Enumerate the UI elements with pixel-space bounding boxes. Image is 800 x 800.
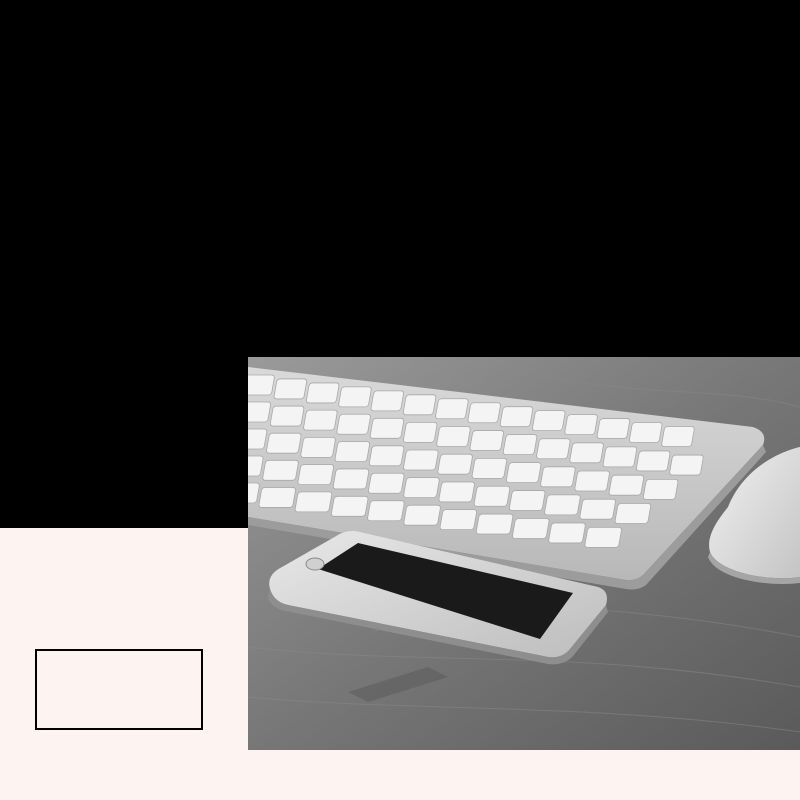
keyboard-key <box>596 418 631 439</box>
keyboard-key <box>403 422 438 443</box>
keyboard-key <box>471 458 508 479</box>
outlined-placeholder-box <box>35 649 203 730</box>
keyboard-key <box>403 504 441 526</box>
desk-photo <box>248 357 800 750</box>
phone-home-button <box>305 557 325 571</box>
keyboard-key <box>370 390 404 412</box>
keyboard-key <box>336 413 371 435</box>
keyboard-key <box>544 494 581 516</box>
keyboard-key <box>469 430 504 451</box>
keyboard-key <box>269 405 305 427</box>
keyboard-key <box>540 466 576 488</box>
keyboard-key <box>303 409 338 431</box>
keyboard-key <box>297 464 334 486</box>
keyboard-key <box>473 485 511 507</box>
keyboard-key <box>564 414 598 435</box>
keyboard-key <box>548 522 586 544</box>
keyboard-key <box>435 398 469 420</box>
keyboard-key <box>608 474 645 496</box>
keyboard-key <box>467 402 501 424</box>
keyboard-key <box>262 459 299 481</box>
keyboard-key <box>536 438 571 460</box>
keyboard-key <box>569 442 604 464</box>
keyboard-key <box>584 526 622 548</box>
keyboard-key <box>248 428 268 450</box>
keyboard-key <box>368 445 405 467</box>
keyboard-key <box>602 446 638 468</box>
keyboard-key <box>661 426 695 447</box>
keyboard-key <box>502 434 538 456</box>
keyboard-key <box>439 509 478 531</box>
keyboard-key <box>669 454 704 476</box>
keyboard-key <box>532 410 566 432</box>
keyboard-key <box>402 394 437 416</box>
keyboard-key <box>248 374 275 396</box>
keyboard-key <box>512 518 550 539</box>
keyboard-key <box>248 401 271 423</box>
keyboard-key <box>338 386 372 408</box>
keyboard-key <box>294 491 333 513</box>
keyboard-key <box>579 498 616 520</box>
keyboard-key <box>334 441 371 462</box>
keyboard-key <box>330 495 369 517</box>
keyboard-key <box>369 417 405 439</box>
keyboard-key <box>368 472 405 494</box>
keyboard-key <box>475 513 514 535</box>
keyboard-key <box>508 490 546 511</box>
keyboard-key <box>403 449 439 471</box>
keyboard-key <box>635 450 671 472</box>
keyboard-key <box>505 462 542 483</box>
keyboard-key <box>436 426 471 447</box>
keyboard-key <box>332 468 370 490</box>
keyboard-key <box>642 479 679 500</box>
keyboard-key <box>266 432 302 454</box>
keyboard-key <box>300 437 336 458</box>
keyboard-key <box>258 487 296 508</box>
desk-photo-illustration <box>248 357 800 750</box>
keyboard-key <box>499 406 534 428</box>
keyboard-key <box>367 500 405 522</box>
keyboard-key <box>273 378 308 400</box>
keyboard-key <box>574 470 610 492</box>
keyboard-key <box>437 453 473 475</box>
keyboard-key <box>628 422 663 443</box>
keyboard-key <box>403 477 440 498</box>
keyboard-key <box>614 503 652 524</box>
keyboard-key <box>438 481 475 503</box>
keyboard-key <box>305 382 340 404</box>
